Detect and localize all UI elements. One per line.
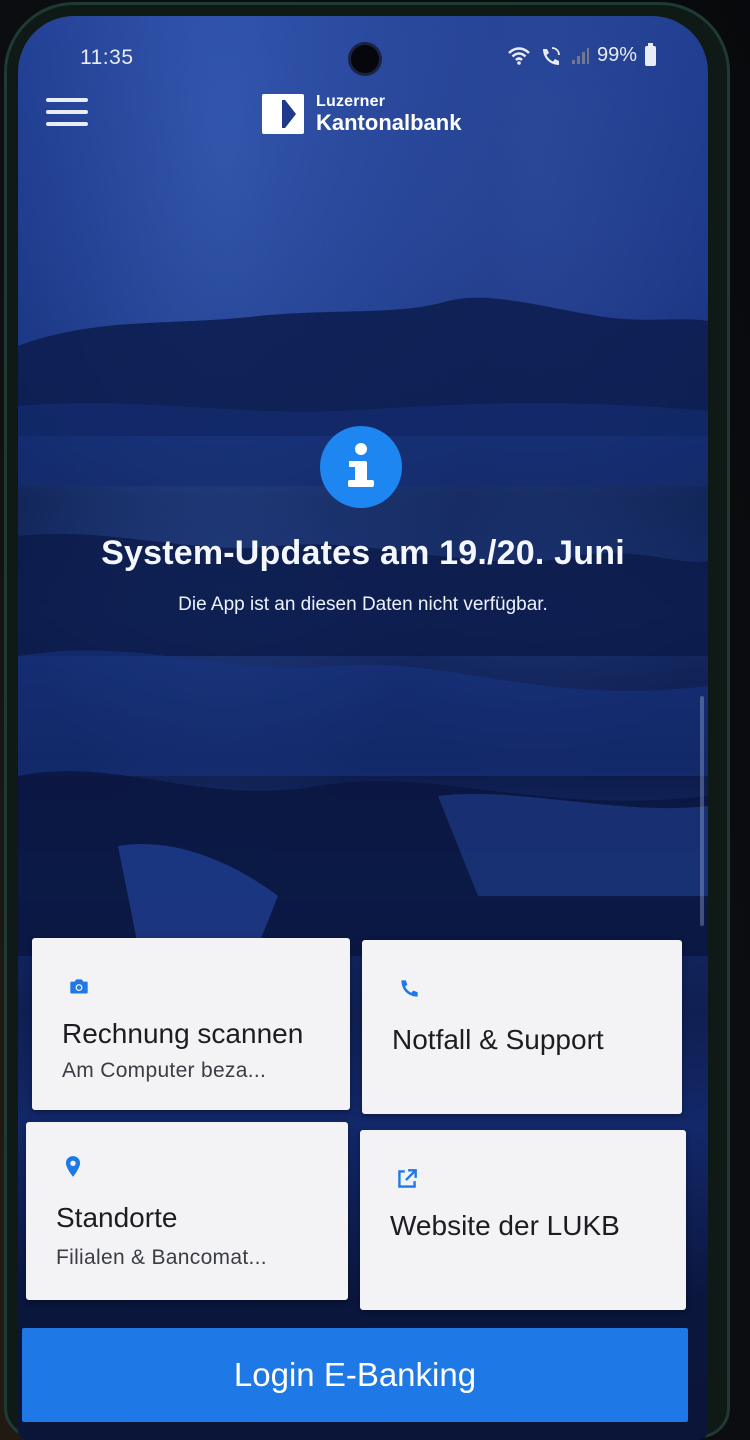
wifi-icon: [508, 46, 530, 65]
camera-icon: [70, 979, 88, 994]
phone-frame: 11:35 99% Luzerner Kantonalbank System-U…: [0, 0, 750, 1440]
login-ebanking-button[interactable]: Login E-Banking: [22, 1328, 688, 1422]
app-screen: 11:35 99% Luzerner Kantonalbank System-U…: [18, 16, 708, 1440]
wifi-calling-icon: [542, 46, 560, 65]
tile-title: Notfall & Support: [392, 1024, 604, 1055]
menu-line: [46, 98, 88, 102]
tile-title: Website der LUKB: [390, 1210, 620, 1241]
tile-subtitle: Filialen & Bancomat...: [56, 1246, 267, 1269]
scroll-indicator[interactable]: [700, 696, 704, 926]
status-time: 11:35: [80, 46, 134, 69]
battery-icon: [645, 42, 656, 66]
external-link-icon: [398, 1169, 417, 1188]
location-pin-icon: [65, 1156, 81, 1177]
front-camera: [348, 42, 382, 76]
menu-line: [46, 122, 88, 126]
logo-line2: Kantonalbank: [316, 109, 462, 135]
battery-percent: 99%: [596, 44, 637, 66]
tile-title: Rechnung scannen: [62, 1018, 304, 1049]
tile-notfall-support[interactable]: Notfall & Support: [362, 940, 682, 1114]
menu-line: [46, 110, 88, 114]
logo-mark-icon: [262, 94, 304, 134]
phone-icon: [401, 980, 418, 997]
bank-logo: Luzerner Kantonalbank: [262, 93, 462, 135]
status-icons: 99%: [507, 42, 656, 67]
tile-title: Standorte: [56, 1202, 178, 1233]
tile-rechnung-scannen[interactable]: Rechnung scannen Am Computer beza...: [32, 938, 350, 1110]
notice-title: System-Updates am 19./20. Juni: [101, 534, 625, 572]
tile-website-lukb[interactable]: Website der LUKB: [360, 1130, 686, 1310]
logo-text: Luzerner Kantonalbank: [316, 93, 462, 135]
notice-subtitle: Die App ist an diesen Daten nicht verfüg…: [178, 594, 548, 615]
tile-standorte[interactable]: Standorte Filialen & Bancomat...: [26, 1122, 348, 1300]
hamburger-menu-button[interactable]: [46, 98, 88, 134]
signal-icon: [571, 47, 589, 64]
info-icon: [320, 426, 402, 508]
tile-subtitle: Am Computer beza...: [62, 1059, 267, 1082]
logo-line1: Luzerner: [316, 93, 386, 111]
